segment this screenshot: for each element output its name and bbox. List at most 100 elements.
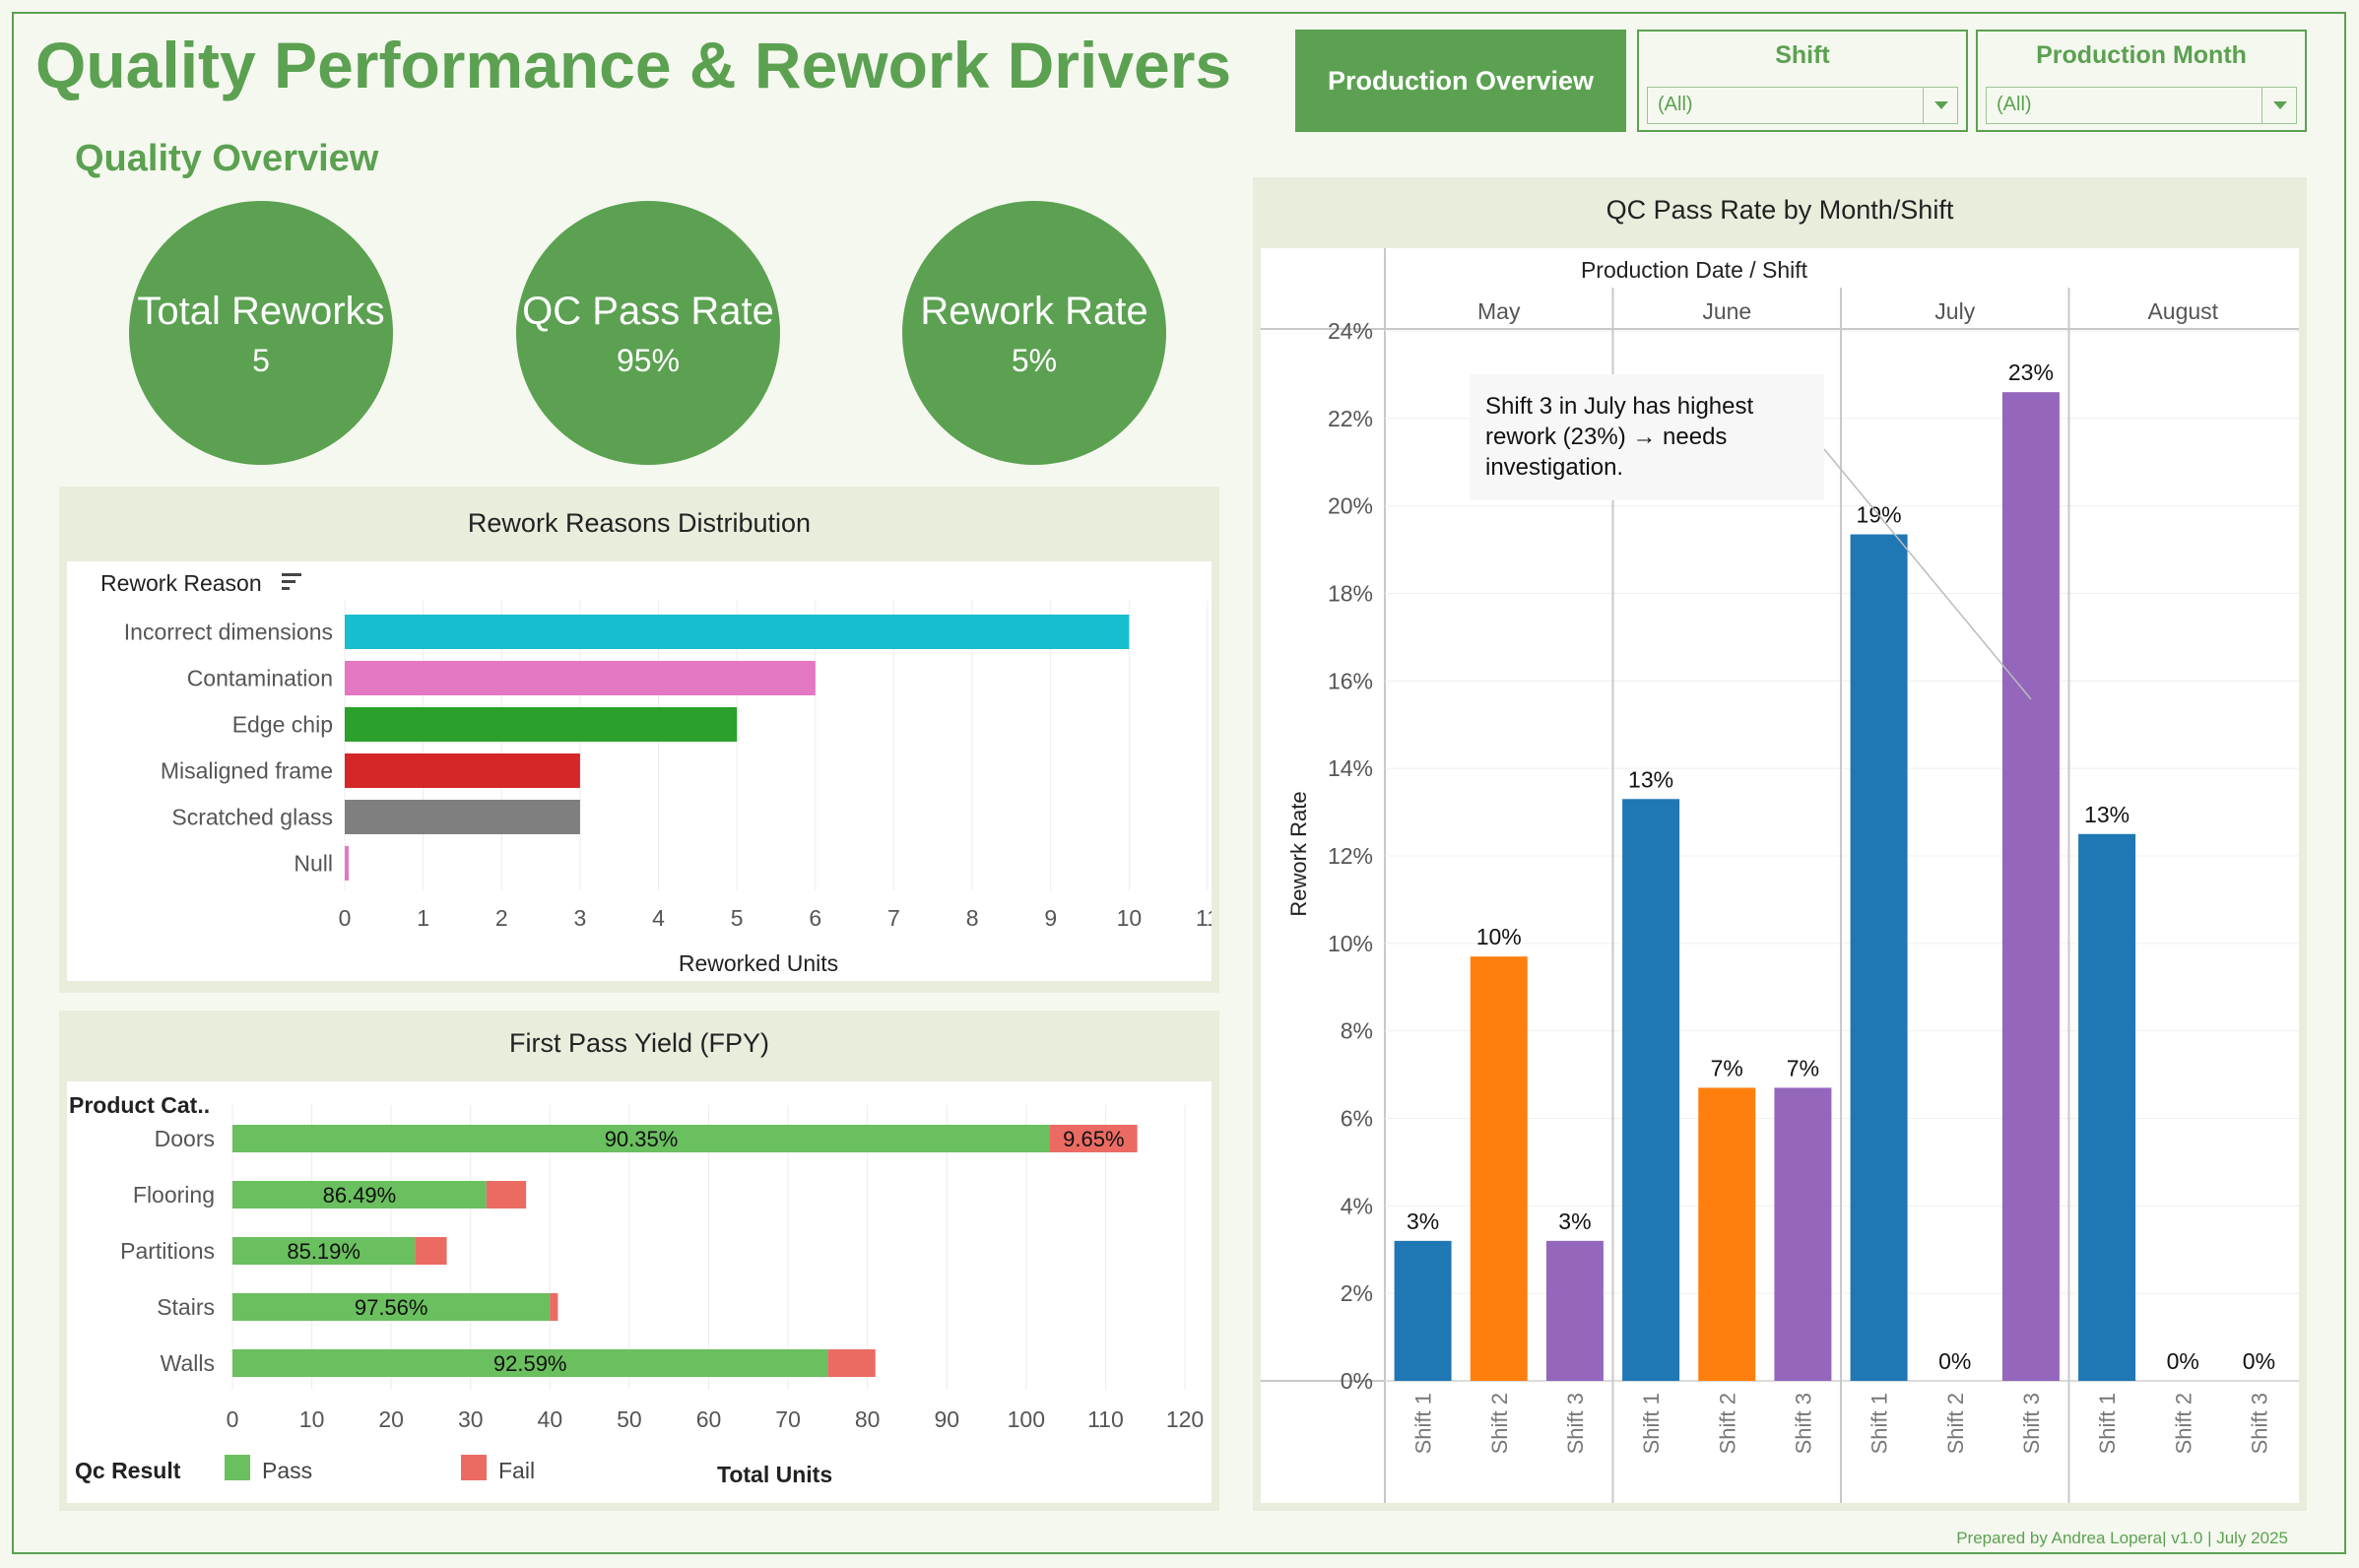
x-tick-label: Shift 1 (1411, 1393, 1436, 1454)
x-tick-label: Shift 3 (1563, 1393, 1588, 1454)
month-label: July (1934, 298, 1975, 324)
data-label: 0% (1938, 1348, 1971, 1374)
category-label: Stairs (157, 1294, 215, 1320)
bar-segment-fail (550, 1293, 558, 1321)
x-tick-label: 0 (339, 905, 352, 931)
dim-label: Product Cat.. (69, 1092, 210, 1118)
x-tick-label: 8 (966, 905, 979, 931)
fpy-title: First Pass Yield (FPY) (508, 1028, 770, 1058)
category-label: Flooring (133, 1182, 215, 1208)
chevron-down-icon[interactable] (1923, 88, 1957, 123)
kpi-total-reworks: Total Reworks 5 (129, 201, 393, 465)
x-tick-label: Shift 3 (2247, 1393, 2271, 1454)
category-label: Contamination (187, 666, 333, 691)
x-tick-label: 5 (731, 905, 744, 931)
data-label: 86.49% (323, 1183, 397, 1208)
annotation-text: investigation. (1485, 454, 1623, 481)
bar (2078, 833, 2136, 1381)
x-tick-label: 10 (1117, 905, 1143, 931)
rework-reasons-title: Rework Reasons Distribution (467, 508, 812, 538)
x-tick-label: 120 (1166, 1406, 1204, 1432)
x-tick-label: 90 (934, 1406, 959, 1432)
y-tick-label: 24% (1328, 318, 1373, 344)
x-tick-label: 20 (378, 1406, 404, 1432)
data-label: 85.19% (287, 1239, 360, 1264)
bar (345, 800, 580, 834)
y-tick-label: 0% (1341, 1368, 1373, 1394)
x-tick-label: 4 (652, 905, 665, 931)
x-tick-label: 11 (1196, 905, 1212, 931)
y-tick-label: 8% (1341, 1018, 1373, 1044)
x-tick-label: 50 (617, 1406, 642, 1432)
y-tick-label: 16% (1328, 668, 1373, 693)
data-label: 97.56% (355, 1295, 428, 1320)
kpi-rework-rate: Rework Rate 5% (902, 201, 1166, 465)
bar-segment-fail (486, 1181, 527, 1209)
kpi-value: 5 (252, 343, 270, 378)
bar (345, 615, 1130, 649)
category-label: Null (294, 851, 333, 877)
x-tick-label: 3 (574, 905, 587, 931)
data-label: 0% (2243, 1348, 2275, 1374)
kpi-value: 95% (616, 343, 681, 378)
category-label: Doors (155, 1126, 215, 1151)
bar (345, 846, 349, 881)
production-overview-button[interactable]: Production Overview (1295, 30, 1626, 132)
y-axis-title: Rework Rate (1286, 791, 1311, 916)
data-label: 10% (1476, 924, 1522, 949)
footer-credit: Prepared by Andrea Lopera| v1.0 | July 2… (1956, 1529, 2288, 1547)
annotation-text: Shift 3 in July has highest (1485, 393, 1753, 420)
shift-filter-dropdown[interactable]: (All) (1647, 87, 1958, 124)
x-tick-label: Shift 1 (1639, 1393, 1664, 1454)
bar (1545, 1240, 1604, 1381)
shift-filter-value: (All) (1658, 94, 1693, 115)
x-axis-title: Total Units (717, 1462, 832, 1487)
x-tick-label: Shift 3 (1791, 1393, 1815, 1454)
x-tick-label: 6 (809, 905, 821, 931)
month-label: June (1702, 298, 1751, 324)
y-tick-label: 18% (1328, 581, 1373, 607)
month-label: August (2147, 298, 2218, 324)
qc-pass-rate-panel: QC Pass Rate by Month/Shift Production D… (1253, 177, 2307, 1511)
x-tick-label: 2 (495, 905, 508, 931)
kpi-qc-pass-rate: QC Pass Rate 95% (516, 201, 780, 465)
data-label: 7% (1711, 1055, 1743, 1080)
sort-icon (282, 580, 295, 583)
fpy-chart: 0 10 20 30 40 50 60 70 80 90 100 110 120 Product Cat.… (69, 1092, 1204, 1487)
x-tick-label: 60 (696, 1406, 722, 1432)
bar-segment-fail (827, 1349, 876, 1377)
x-tick-label: 80 (855, 1406, 881, 1432)
x-tick-label: 100 (1008, 1406, 1045, 1432)
dim-label: Rework Reason (100, 570, 262, 596)
x-tick-label: 0 (227, 1406, 239, 1432)
kpi-label: Total Reworks (137, 290, 385, 333)
kpi-label: Rework Rate (920, 290, 1148, 333)
legend-swatch-fail (461, 1455, 487, 1480)
kpi-value: 5% (1011, 343, 1058, 378)
production-month-filter: Production Month (All) (1976, 30, 2307, 132)
data-label: 3% (1407, 1209, 1439, 1234)
x-tick-label: Shift 2 (2171, 1393, 2195, 1454)
sort-icon (282, 587, 290, 590)
data-label: 3% (1558, 1209, 1591, 1234)
shift-filter: Shift (All) (1637, 30, 1968, 132)
x-tick-label: 1 (417, 905, 429, 931)
x-tick-label: Shift 1 (1868, 1393, 1892, 1454)
rework-reasons-panel: Rework Reasons Distribution 0 1 2 3 4 5 6 7 8 9 10… (59, 487, 1219, 993)
bar (345, 707, 738, 742)
data-label: 23% (2008, 359, 2054, 385)
chevron-down-icon[interactable] (2261, 88, 2296, 123)
x-tick-label: 70 (775, 1406, 801, 1432)
production-month-filter-value: (All) (1997, 94, 2032, 115)
x-tick-label: 30 (458, 1406, 484, 1432)
y-tick-label: 22% (1328, 406, 1373, 431)
x-tick-label: Shift 2 (1487, 1393, 1512, 1454)
y-tick-label: 2% (1341, 1280, 1373, 1306)
section-title-quality-overview: Quality Overview (75, 138, 379, 179)
x-tick-label: Shift 2 (1943, 1393, 1968, 1454)
shift-filter-label: Shift (1775, 41, 1830, 69)
production-month-filter-dropdown[interactable]: (All) (1986, 87, 2297, 124)
x-tick-label: 7 (887, 905, 900, 931)
legend-label-fail: Fail (498, 1458, 535, 1483)
y-tick-label: 14% (1328, 755, 1373, 781)
